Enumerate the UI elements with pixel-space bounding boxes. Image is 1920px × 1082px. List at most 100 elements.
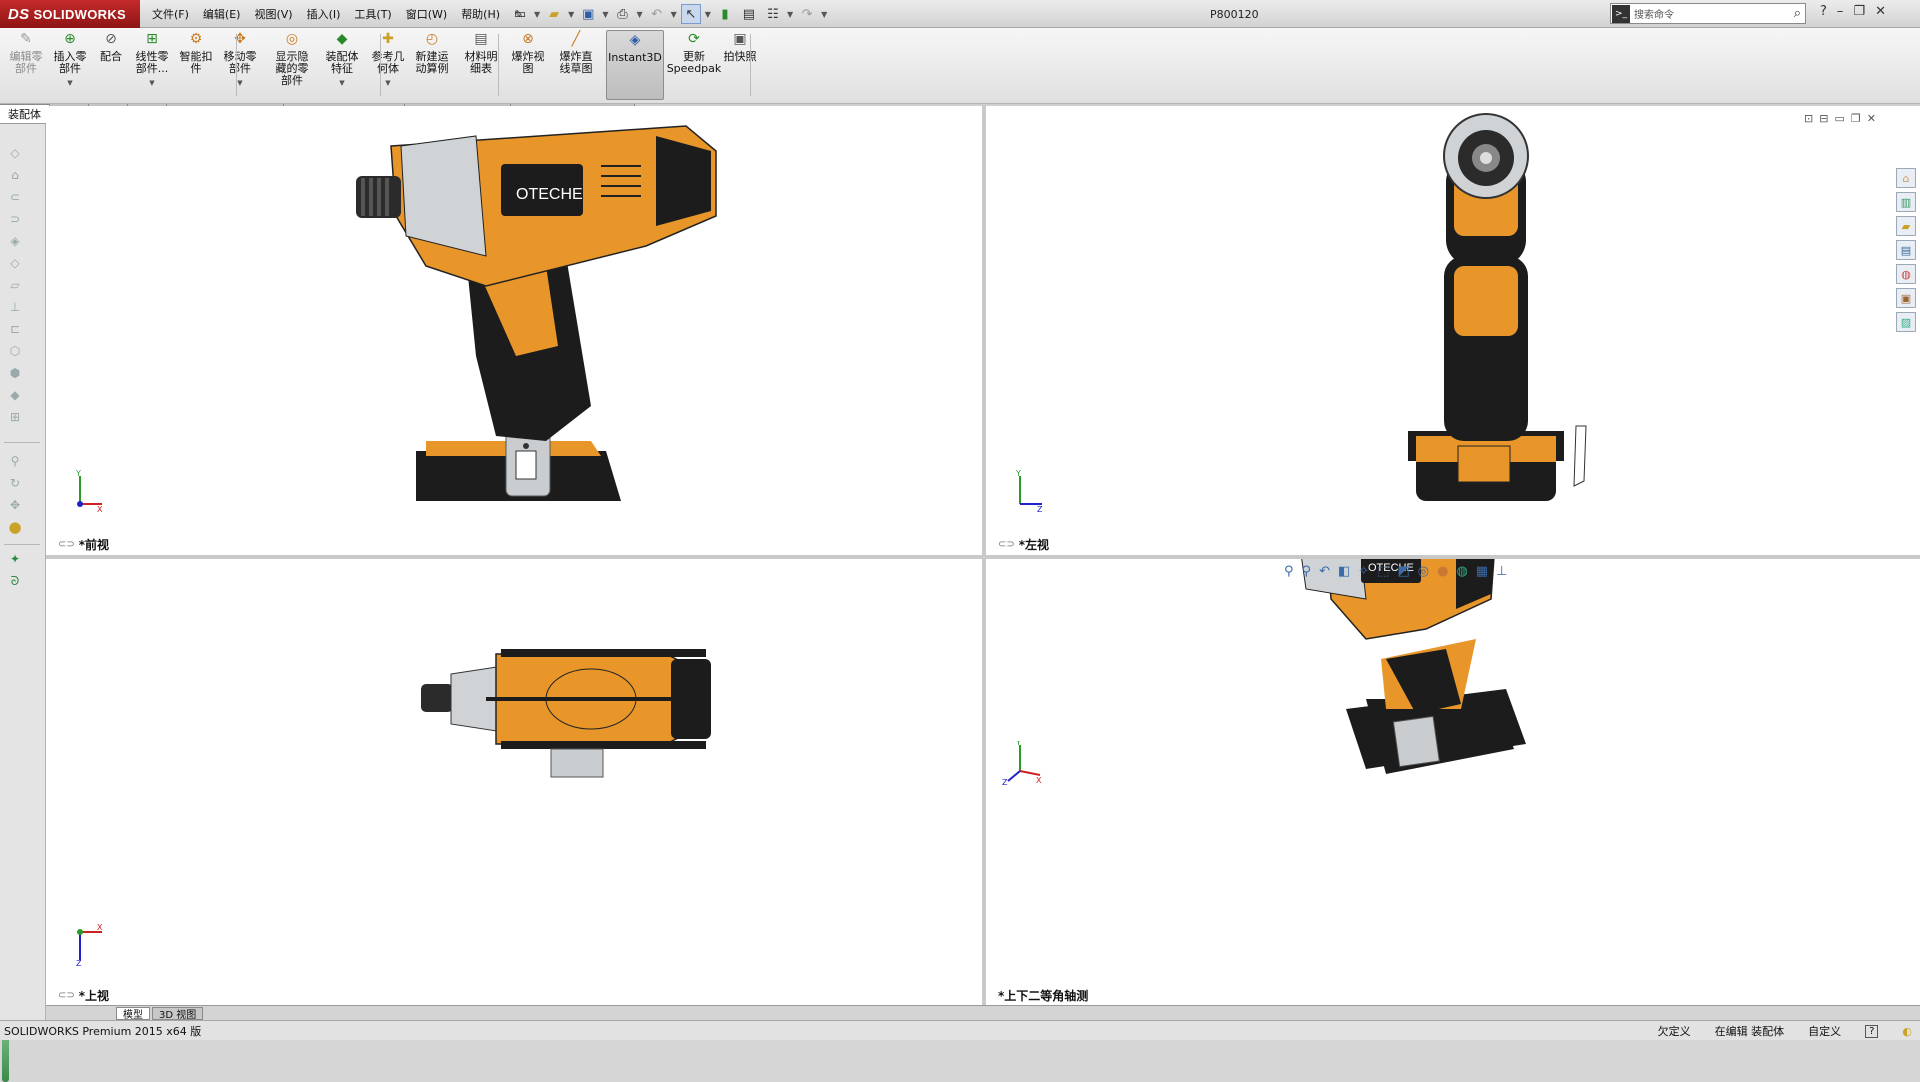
- search-input[interactable]: 搜索命令: [1634, 6, 1674, 21]
- mate-group-icon[interactable]: ⊏: [6, 320, 24, 338]
- menu-edit[interactable]: 编辑(E): [196, 6, 248, 22]
- ribbon-linear-pattern-button[interactable]: ⊞ 线性零 部件... ▼: [130, 30, 174, 100]
- search-icon[interactable]: ⌕: [1794, 6, 1801, 21]
- property-icon[interactable]: ⌂: [6, 166, 24, 184]
- wizard-icon[interactable]: ✦: [6, 550, 24, 568]
- viewport-minimize-button[interactable]: ▭: [1834, 112, 1844, 125]
- subassembly-icon[interactable]: ⬢: [6, 364, 24, 382]
- plane-icon[interactable]: ◇: [6, 254, 24, 272]
- part-icon[interactable]: ⬡: [6, 342, 24, 360]
- viewport-front[interactable]: OTECHE Y X ⊂⊃ *前视: [46, 106, 982, 555]
- custom-properties-icon[interactable]: ▣: [1896, 288, 1916, 308]
- viewport-top[interactable]: X Z ⊂⊃ *上视: [46, 559, 982, 1005]
- status-help-icon[interactable]: ?: [1865, 1024, 1879, 1038]
- select-dropdown-icon[interactable]: ▼: [705, 10, 711, 19]
- file-explorer-icon[interactable]: ▰: [1896, 216, 1916, 236]
- viewport-iso[interactable]: OTECHE Y X Z *上下二等角轴测: [986, 559, 1920, 1005]
- help-icon[interactable]: ?: [1820, 4, 1827, 19]
- minimize-button[interactable]: –: [1837, 4, 1844, 19]
- ribbon-snapshot-button[interactable]: ▣ 拍快照: [720, 30, 760, 100]
- origin-icon[interactable]: ⊥: [6, 298, 24, 316]
- section-view-icon[interactable]: ◧: [1338, 564, 1350, 579]
- component-icon[interactable]: ◆: [6, 386, 24, 404]
- save-dropdown-icon[interactable]: ▼: [602, 10, 608, 19]
- config-icon[interactable]: ⊂: [6, 188, 24, 206]
- rebuild-icon[interactable]: ▮: [715, 4, 735, 24]
- chevron-down-icon[interactable]: ▼: [67, 77, 72, 89]
- menu-insert[interactable]: 插入(I): [300, 6, 348, 22]
- ribbon-exploded-view-button[interactable]: ⊗ 爆炸视 图: [508, 30, 548, 100]
- previous-view-icon[interactable]: ↶: [1319, 564, 1330, 579]
- ribbon-instant3d-button[interactable]: ◈ Instant3D: [606, 30, 664, 100]
- undo-icon[interactable]: ↶: [647, 4, 667, 24]
- view-palette-icon[interactable]: ▤: [1896, 240, 1916, 260]
- chevron-down-icon[interactable]: ▼: [385, 77, 390, 89]
- display-icon[interactable]: ◈: [6, 232, 24, 250]
- ribbon-edit-component-button[interactable]: ✎ 编辑零 部件: [6, 30, 46, 100]
- dynamic-annotation-icon[interactable]: ✧: [1358, 564, 1369, 579]
- menu-window[interactable]: 窗口(W): [399, 6, 454, 22]
- save-icon[interactable]: ▣: [578, 4, 598, 24]
- new-dropdown-icon[interactable]: ▼: [534, 10, 540, 19]
- new-file-icon[interactable]: ▭: [510, 4, 530, 24]
- hide-show-items-icon[interactable]: ◎: [1418, 564, 1429, 579]
- viewport-split-icon[interactable]: ⊟: [1819, 112, 1828, 125]
- tab-3d-view[interactable]: 3D 视图: [152, 1006, 204, 1021]
- restore-button[interactable]: ❐: [1853, 4, 1865, 19]
- chevron-down-icon[interactable]: ▼: [237, 77, 242, 89]
- tab-model[interactable]: 模型: [116, 1006, 150, 1021]
- redo-icon[interactable]: ↷: [797, 4, 817, 24]
- hole-icon[interactable]: ᘐ: [6, 572, 24, 590]
- status-rebuild-icon[interactable]: ◐: [1902, 1025, 1912, 1038]
- rotate-view-icon[interactable]: ⊥: [1496, 564, 1507, 579]
- zoom-to-fit-icon[interactable]: ⚲: [1284, 564, 1294, 579]
- viewport-tile-icon[interactable]: ⊡: [1804, 112, 1813, 125]
- command-search[interactable]: >_ 搜索命令 ⌕: [1610, 3, 1806, 24]
- appearances-icon[interactable]: ◍: [1896, 264, 1916, 284]
- solidworks-logo[interactable]: DS SOLIDWORKS: [0, 0, 140, 28]
- open-dropdown-icon[interactable]: ▼: [568, 10, 574, 19]
- options-dropdown-icon[interactable]: ▼: [787, 10, 793, 19]
- apply-scene-icon[interactable]: ◍: [1456, 564, 1467, 579]
- tab-0[interactable]: 装配体: [0, 104, 50, 123]
- menu-tools[interactable]: 工具(T): [347, 6, 398, 22]
- ribbon-smart-fastener-button[interactable]: ⚙ 智能扣 件: [176, 30, 216, 100]
- ribbon-insert-component-button[interactable]: ⊕ 插入零 部件 ▼: [50, 30, 90, 100]
- options-icon[interactable]: ☷: [763, 4, 783, 24]
- chevron-down-icon[interactable]: ▼: [339, 77, 344, 89]
- ribbon-motion-study-button[interactable]: ◴ 新建运 动算例: [412, 30, 452, 100]
- edit-appearance-icon[interactable]: ●: [1437, 564, 1448, 579]
- viewport-splitter-horizontal[interactable]: [46, 555, 1920, 559]
- ribbon-move-component-button[interactable]: ✥ 移动零 部件 ▼: [220, 30, 260, 100]
- zoom-to-area-icon[interactable]: ⚲: [1302, 564, 1312, 579]
- appearance-icon[interactable]: ●: [6, 518, 24, 536]
- design-library-icon[interactable]: ▥: [1896, 192, 1916, 212]
- ribbon-assembly-feature-button[interactable]: ◆ 装配体 特征 ▼: [320, 30, 364, 100]
- solidworks-resources-icon[interactable]: ⌂: [1896, 168, 1916, 188]
- status-units[interactable]: 自定义: [1808, 1023, 1841, 1039]
- feature-tree-icon[interactable]: ◇: [6, 144, 24, 162]
- menu-help[interactable]: 帮助(H): [454, 6, 507, 22]
- undo-dropdown-icon[interactable]: ▼: [671, 10, 677, 19]
- view-settings-icon[interactable]: ▦: [1476, 564, 1488, 579]
- close-button[interactable]: ✕: [1875, 4, 1886, 19]
- dim-icon[interactable]: ⊃: [6, 210, 24, 228]
- viewport-left[interactable]: Y Z ⊂⊃ *左视: [986, 106, 1920, 555]
- viewport-close-button[interactable]: ✕: [1867, 112, 1876, 125]
- viewport-restore-button[interactable]: ❐: [1851, 112, 1861, 125]
- view-orientation-icon[interactable]: ⬚: [1377, 564, 1389, 579]
- print-dropdown-icon[interactable]: ▼: [636, 10, 642, 19]
- chevron-down-icon[interactable]: ▼: [149, 77, 154, 89]
- open-file-icon[interactable]: ▰: [544, 4, 564, 24]
- sketch-icon[interactable]: ▱: [6, 276, 24, 294]
- file-properties-icon[interactable]: ▤: [739, 4, 759, 24]
- ribbon-show-hidden-button[interactable]: ◎ 显示隐 藏的零 部件: [268, 30, 316, 100]
- display-style-icon[interactable]: ◩: [1397, 564, 1409, 579]
- ribbon-mate-button[interactable]: ⊘ 配合: [96, 30, 126, 100]
- menu-view[interactable]: 视图(V): [247, 6, 299, 22]
- zoom-icon[interactable]: ⚲: [6, 452, 24, 470]
- select-icon[interactable]: ↖: [680, 4, 701, 24]
- rotate-icon[interactable]: ↻: [6, 474, 24, 492]
- hide-icon[interactable]: ⊞: [6, 408, 24, 426]
- ribbon-reference-geometry-button[interactable]: ✚ 参考几 何体 ▼: [366, 30, 410, 100]
